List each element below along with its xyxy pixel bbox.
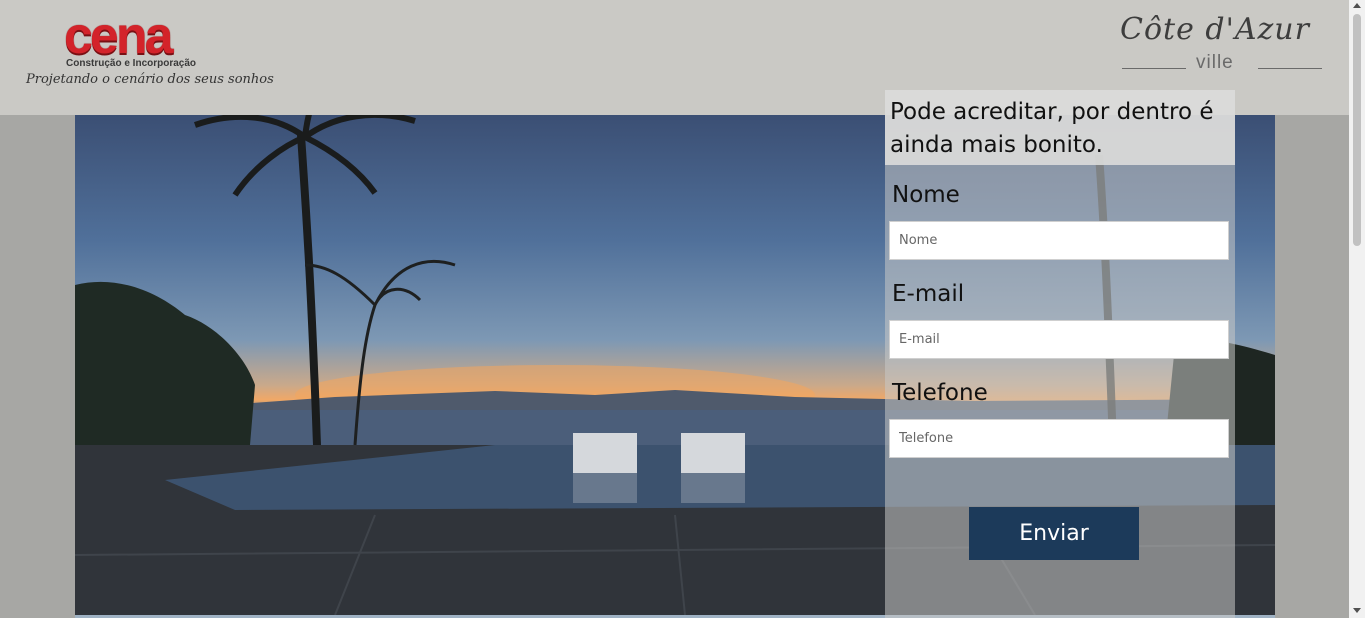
email-label: E-mail [892,281,965,307]
cote-dazur-subtitle: ville [1196,52,1234,73]
scroll-up-arrow-icon[interactable] [1353,3,1361,8]
cena-logo-wordmark: cena [64,7,174,65]
scroll-down-arrow-icon[interactable] [1353,608,1361,613]
phone-label: Telefone [892,380,988,406]
logo-divider-right [1258,68,1322,69]
cena-logo[interactable]: cena Construção e Incorporação Projetand… [26,7,274,94]
name-label: Nome [892,182,960,208]
cote-dazur-title: Côte d'Azur [1120,12,1310,47]
form-heading: Pode acreditar, por dentro é ainda mais … [885,90,1235,165]
lounge-chair-right [681,433,745,473]
lounge-chair-left [573,433,637,473]
logo-divider-left [1122,68,1186,69]
page-scrollbar[interactable] [1349,0,1365,618]
scrollbar-thumb[interactable] [1353,14,1361,246]
foliage-left [75,281,255,455]
submit-button[interactable]: Enviar [969,507,1139,560]
email-input[interactable] [889,320,1229,359]
chair-reflection-right [681,473,745,503]
contact-form: Pode acreditar, por dentro é ainda mais … [885,90,1235,618]
phone-input[interactable] [889,419,1229,458]
name-input[interactable] [889,221,1229,260]
cote-dazur-logo: Côte d'Azur ville [1118,12,1324,74]
chair-reflection-left [573,473,637,503]
cena-logo-subtitle: Construção e Incorporação [66,58,197,69]
cena-logo-tagline: Projetando o cenário dos seus sonhos [26,72,274,87]
